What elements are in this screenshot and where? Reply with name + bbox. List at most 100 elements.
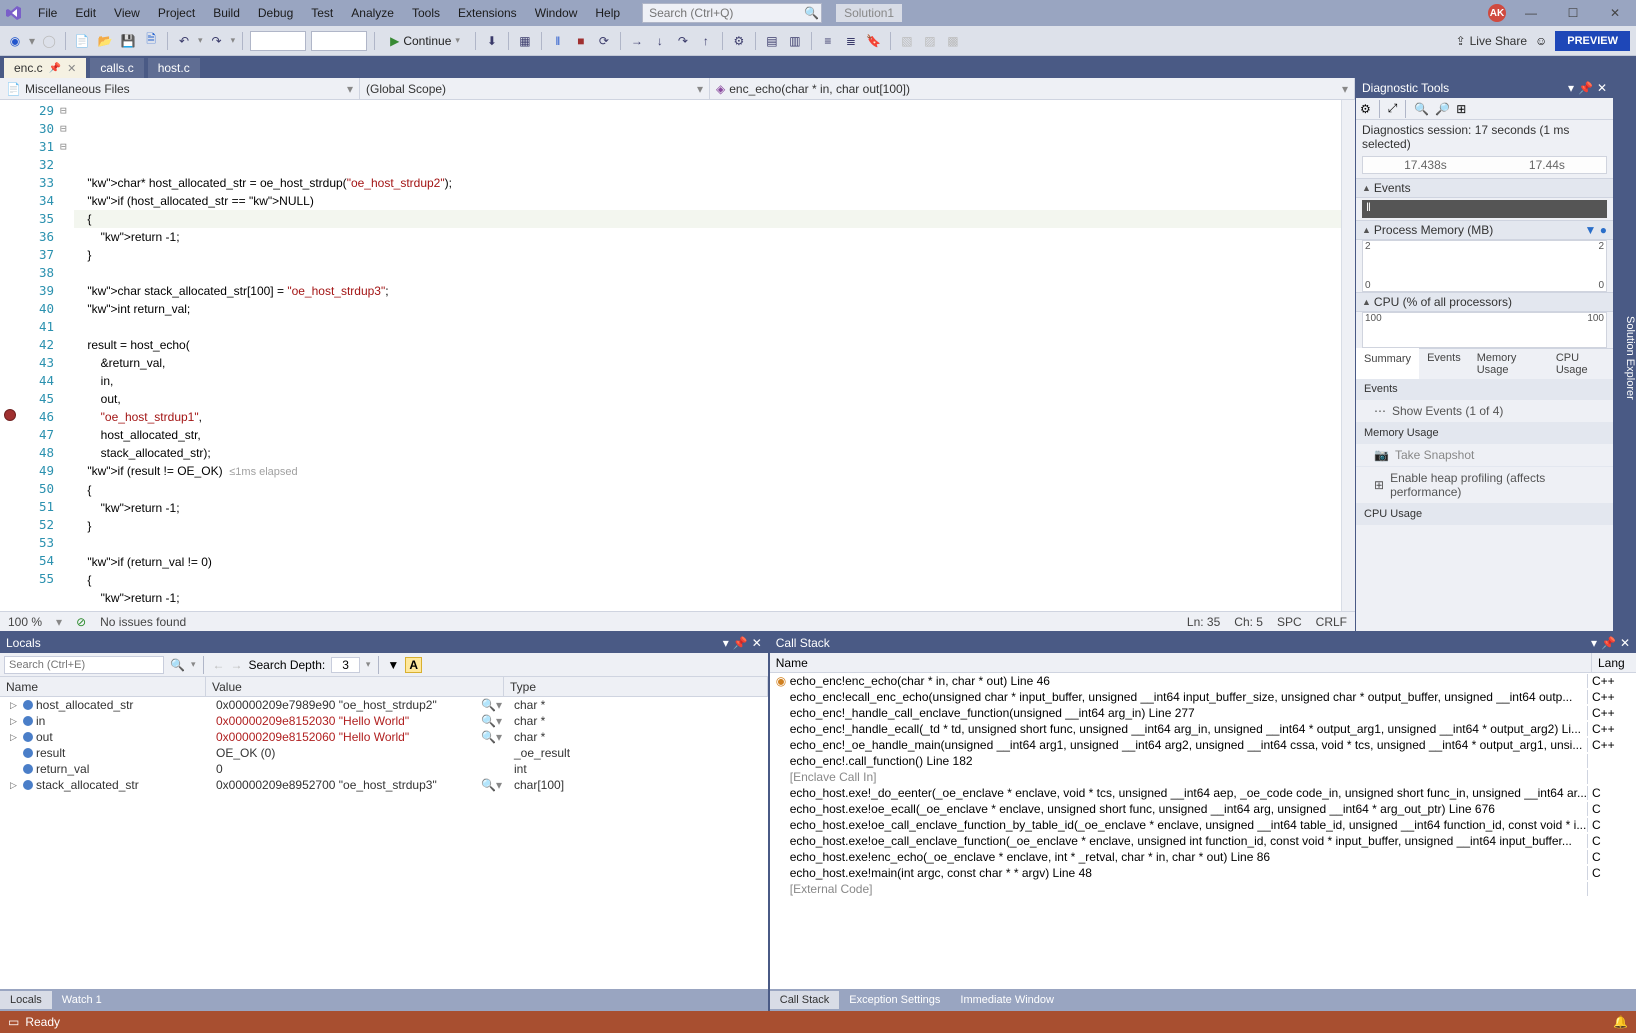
tool6-icon[interactable]: ▧ [898, 32, 916, 50]
open-icon[interactable]: 📂 [96, 32, 114, 50]
pin-icon[interactable]: 📌 [1601, 636, 1616, 650]
diag-tab-events[interactable]: Events [1419, 349, 1469, 379]
breakall-icon[interactable]: ‖ [549, 32, 567, 50]
stop-icon[interactable]: ■ [572, 32, 590, 50]
scroll-indicator[interactable] [1341, 100, 1355, 611]
menu-tools[interactable]: Tools [404, 3, 448, 23]
solution-name[interactable]: Solution1 [836, 4, 902, 22]
pin-icon[interactable]: 📌 [49, 63, 61, 74]
tab-immediate-window[interactable]: Immediate Window [950, 991, 1064, 1009]
scope-class[interactable]: (Global Scope) ▾ [360, 78, 710, 99]
bookmark-icon[interactable]: 🔖 [865, 32, 883, 50]
code-editor[interactable]: 29 30 31 32 33 34 35 36 37 38 39 40 41 4… [0, 100, 1355, 611]
zoom-in-icon[interactable]: 🔍 [1414, 102, 1429, 116]
show-events-link[interactable]: ⋯Show Events (1 of 4) [1356, 400, 1613, 423]
tab-watch-1[interactable]: Watch 1 [52, 991, 112, 1009]
notify-icon[interactable]: 🔔 [1613, 1015, 1628, 1029]
local-var-row[interactable]: return_val0int [0, 761, 768, 777]
breakpoint-margin[interactable] [0, 100, 24, 611]
callstack-row[interactable]: echo_host.exe!oe_call_enclave_function_b… [770, 817, 1636, 833]
scope-project[interactable]: 📄 Miscellaneous Files ▾ [0, 78, 360, 99]
menu-help[interactable]: Help [587, 3, 628, 23]
local-var-row[interactable]: ▷ in0x00000209e8152030 "Hello World"🔍▾ch… [0, 713, 768, 729]
reset-zoom-icon[interactable]: ⊞ [1456, 102, 1466, 116]
callstack-row[interactable]: echo_enc!.call_function() Line 182 [770, 753, 1636, 769]
tool-icon[interactable]: ⚙ [730, 32, 748, 50]
pin-icon[interactable]: 📌 [1578, 81, 1593, 95]
search-icon[interactable]: 🔍 [170, 658, 185, 672]
tab-call-stack[interactable]: Call Stack [770, 991, 840, 1009]
menu-edit[interactable]: Edit [67, 3, 104, 23]
tool4-icon[interactable]: ≡ [819, 32, 837, 50]
undo-icon[interactable]: ↶ [175, 32, 193, 50]
quick-search[interactable]: 🔍 [642, 3, 822, 23]
scope-member[interactable]: ◈ enc_echo(char * in, char out[100]) ▾ [710, 78, 1355, 99]
callstack-row[interactable]: [External Code] [770, 881, 1636, 897]
platform-combo[interactable] [311, 31, 367, 51]
step-into-icon[interactable]: ↓ [651, 32, 669, 50]
callstack-row[interactable]: echo_host.exe!main(int argc, const char … [770, 865, 1636, 881]
save-icon[interactable]: 💾 [119, 32, 137, 50]
snapshot-button[interactable]: 📷Take Snapshot [1356, 444, 1613, 467]
select-icon[interactable]: ⤢ [1388, 101, 1398, 116]
tab-host-c[interactable]: host.c [148, 58, 200, 78]
menu-build[interactable]: Build [205, 3, 248, 23]
user-avatar[interactable]: AK [1488, 4, 1506, 22]
pin-icon[interactable]: 📌 [733, 636, 748, 650]
redo-icon[interactable]: ↷ [208, 32, 226, 50]
close-icon[interactable]: ✕ [67, 62, 76, 75]
menu-test[interactable]: Test [303, 3, 341, 23]
dropdown-icon[interactable]: ▾ [1568, 81, 1574, 95]
callstack-row[interactable]: echo_enc!_handle_ecall(_td * td, unsigne… [770, 721, 1636, 737]
local-var-row[interactable]: ▷ host_allocated_str0x00000209e7989e90 "… [0, 697, 768, 713]
cpu-section[interactable]: ▲CPU (% of all processors) [1356, 292, 1613, 312]
callstack-row[interactable]: echo_host.exe!oe_call_enclave_function(_… [770, 833, 1636, 849]
gear-icon[interactable]: ⚙ [1360, 102, 1371, 116]
restart-icon[interactable]: ⟳ [595, 32, 613, 50]
tool3-icon[interactable]: ▥ [786, 32, 804, 50]
dropdown-icon[interactable]: ▾ [723, 636, 729, 650]
menu-debug[interactable]: Debug [250, 3, 301, 23]
callstack-row[interactable]: ◉echo_enc!enc_echo(char * in, char * out… [770, 673, 1636, 689]
continue-button[interactable]: ▶ Continue ▾ [382, 32, 468, 50]
maximize-button[interactable]: ☐ [1556, 1, 1590, 25]
callstack-row[interactable]: echo_host.exe!enc_echo(_oe_enclave * enc… [770, 849, 1636, 865]
tab-calls-c[interactable]: calls.c [90, 58, 143, 78]
menu-view[interactable]: View [106, 3, 148, 23]
menu-analyze[interactable]: Analyze [343, 3, 402, 23]
diag-tab-cpu-usage[interactable]: CPU Usage [1548, 349, 1613, 379]
new-project-icon[interactable]: 📄 [73, 32, 91, 50]
config-combo[interactable] [250, 31, 306, 51]
close-button[interactable]: ✕ [1598, 1, 1632, 25]
tool5-icon[interactable]: ≣ [842, 32, 860, 50]
live-share-button[interactable]: ⇪ Live Share [1456, 34, 1527, 48]
depth-value[interactable]: 3 [331, 657, 360, 673]
dropdown-icon[interactable]: ▾ [1591, 636, 1597, 650]
heap-profiling-button[interactable]: ⊞Enable heap profiling (affects performa… [1356, 467, 1613, 504]
nav-back-icon[interactable]: ◉ [6, 32, 24, 50]
show-next-icon[interactable]: → [628, 32, 646, 50]
highlight-icon[interactable]: A [405, 657, 422, 673]
search-input[interactable] [649, 6, 804, 20]
save-all-icon[interactable]: 🗎 [142, 32, 160, 50]
diag-tab-summary[interactable]: Summary [1356, 348, 1419, 379]
magnifier-icon[interactable]: 🔍▾ [481, 778, 502, 792]
minimize-button[interactable]: — [1514, 1, 1548, 25]
memory-section[interactable]: ▲Process Memory (MB)▼ ● [1356, 220, 1613, 240]
callstack-row[interactable]: echo_enc!_handle_call_enclave_function(u… [770, 705, 1636, 721]
tool7-icon[interactable]: ▨ [921, 32, 939, 50]
close-icon[interactable]: ✕ [1597, 81, 1607, 95]
magnifier-icon[interactable]: 🔍▾ [481, 698, 502, 712]
feedback-icon[interactable]: ☺ [1535, 34, 1547, 48]
magnifier-icon[interactable]: 🔍▾ [481, 730, 502, 744]
local-var-row[interactable]: resultOE_OK (0)_oe_result [0, 745, 768, 761]
step-over-icon[interactable]: ↷ [674, 32, 692, 50]
locals-search-input[interactable] [4, 656, 164, 674]
menu-extensions[interactable]: Extensions [450, 3, 525, 23]
hex-icon[interactable]: ▦ [516, 32, 534, 50]
fwd-icon[interactable]: → [230, 658, 242, 672]
locals-grid[interactable]: ▷ host_allocated_str0x00000209e7989e90 "… [0, 697, 768, 989]
local-var-row[interactable]: ▷ stack_allocated_str0x00000209e8952700 … [0, 777, 768, 793]
tab-enc-c[interactable]: enc.c📌✕ [4, 58, 86, 78]
callstack-row[interactable]: [Enclave Call In] [770, 769, 1636, 785]
